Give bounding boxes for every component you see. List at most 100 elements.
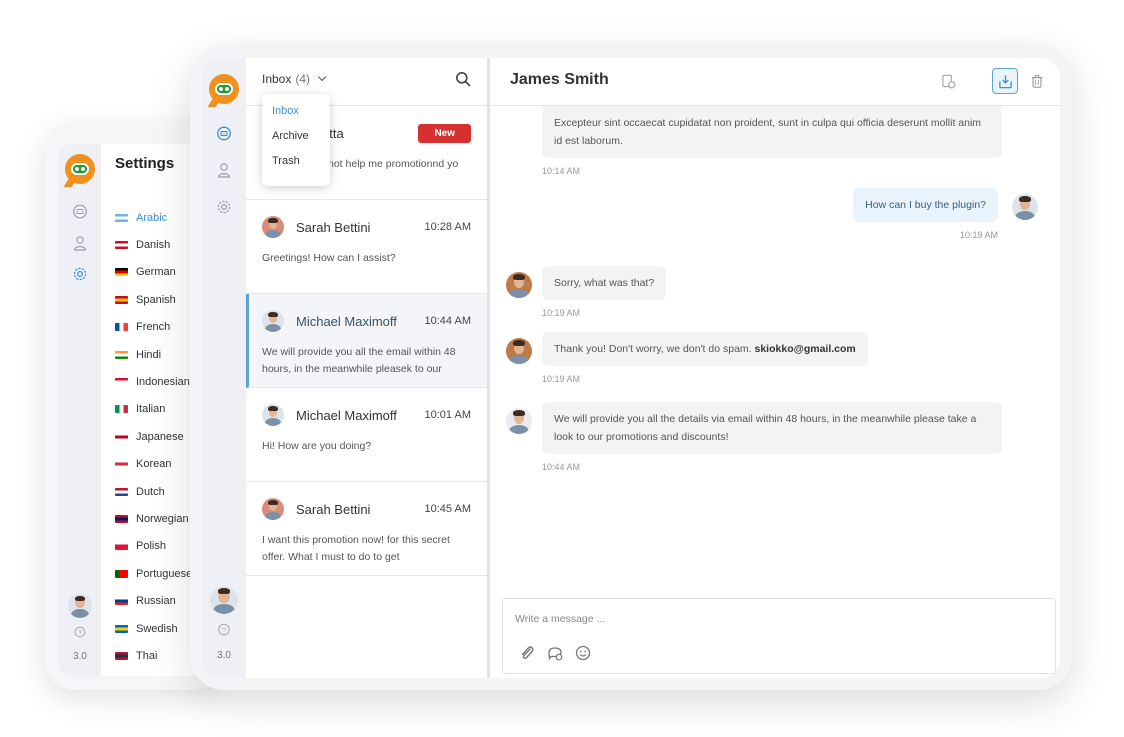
chat-bubble-icon[interactable] — [72, 204, 88, 220]
message-input[interactable] — [515, 613, 1035, 625]
language-label: Japanese — [136, 430, 184, 443]
language-label: Korean — [136, 458, 172, 471]
inbox-window: ? 3.0 Inbox (4) sa SattaNewnot help me p… — [190, 45, 1072, 690]
conversation-preview: I want this promotion now! for this secr… — [262, 534, 450, 563]
conversation-list-panel: Inbox (4) sa SattaNewnot help me promoti… — [246, 58, 490, 678]
language-label: Polish — [136, 540, 166, 553]
dropdown-option-archive[interactable]: Archive — [262, 127, 330, 152]
conversation-time: 10:44 AM — [424, 315, 471, 327]
language-label: German — [136, 266, 176, 279]
flag-icon — [115, 542, 128, 551]
chevron-down-icon — [317, 72, 327, 82]
dropdown-option-inbox[interactable]: Inbox — [262, 102, 330, 127]
message-incoming: Sorry, what was that? 10:19 AM — [542, 266, 667, 318]
message-text: Sorry, what was that? — [554, 277, 655, 289]
email-link[interactable]: skiokko@gmail.com — [755, 343, 856, 355]
message-bubble: How can I buy the plugin? — [853, 188, 998, 222]
message-thread: Excepteur sint occaecat cupidatat non pr… — [490, 106, 1060, 596]
language-item[interactable]: Portuguese — [115, 560, 192, 587]
contact-avatar — [262, 216, 284, 238]
flag-icon — [115, 378, 128, 387]
flag-icon — [115, 268, 128, 277]
trash-icon[interactable] — [1026, 70, 1048, 92]
message-time: 10:44 AM — [542, 462, 581, 472]
conversation-item[interactable]: Michael Maximoff 10:01 AM Hi! How are you … — [246, 388, 487, 482]
language-item[interactable]: Danish — [115, 231, 192, 258]
language-list: Arabic Danish German Spanish French Hindi Indo… — [115, 204, 192, 670]
message-incoming: Excepteur sint occaecat cupidatat non pr… — [542, 106, 1002, 176]
chat-title: James Smith — [510, 71, 609, 88]
language-item[interactable]: French — [115, 314, 192, 341]
app-logo-icon — [65, 154, 95, 184]
user-avatar[interactable] — [68, 594, 92, 618]
conversation-item[interactable]: Sarah Bettini 10:45 AM I want this promoti… — [246, 482, 487, 576]
language-item[interactable]: Indonesian — [115, 368, 192, 395]
language-item[interactable]: Norwegian — [115, 505, 192, 532]
language-label: Norwegian — [136, 512, 189, 525]
flag-icon — [115, 432, 128, 441]
message-incoming: We will provide you all the details via … — [542, 402, 1002, 472]
contact-name: Michael Maximoff — [296, 407, 397, 423]
flag-icon — [115, 323, 128, 332]
language-item[interactable]: German — [115, 259, 192, 286]
search-icon[interactable] — [455, 71, 471, 87]
conversation-item[interactable]: Michael Maximoff 10:44 AM We will provide … — [246, 294, 487, 388]
language-item[interactable]: Swedish — [115, 615, 192, 642]
version-label: 3.0 — [73, 651, 87, 662]
saved-replies-icon[interactable] — [547, 645, 563, 661]
contact-name: Michael Maximoff — [296, 313, 397, 329]
language-label: Spanish — [136, 293, 176, 306]
conversation-preview: We will provide you all the email within… — [262, 346, 456, 375]
language-item[interactable]: Japanese — [115, 423, 192, 450]
flag-icon — [115, 460, 128, 469]
flag-icon — [115, 569, 128, 578]
contact-avatar — [262, 498, 284, 520]
user-icon[interactable] — [72, 235, 88, 251]
language-item[interactable]: Korean — [115, 451, 192, 478]
language-item[interactable]: Hindi — [115, 341, 192, 368]
language-label: Indonesian — [136, 376, 190, 389]
gear-icon[interactable] — [216, 199, 232, 215]
contact-name: Sarah Bettini — [296, 501, 371, 517]
chat-bubble-icon[interactable] — [216, 126, 232, 142]
main-sidebar: ? 3.0 — [202, 58, 246, 678]
help-circle-icon[interactable]: ? — [74, 626, 86, 638]
language-label: Arabic — [136, 211, 168, 224]
language-item[interactable]: Arabic — [115, 204, 192, 231]
folder-select[interactable]: Inbox (4) — [262, 72, 327, 86]
chat-panel: James Smith Excepteur sint occaecat cupi… — [490, 58, 1060, 678]
user-avatar[interactable] — [210, 586, 238, 614]
new-badge: New — [418, 123, 471, 143]
language-item[interactable]: Thai — [115, 642, 192, 669]
transfer-icon[interactable] — [937, 70, 959, 92]
gear-icon[interactable] — [72, 266, 88, 282]
app-logo-icon — [209, 74, 239, 104]
language-item[interactable]: Dutch — [115, 478, 192, 505]
conversation-item[interactable]: Sarah Bettini 10:28 AM Greetings! How can … — [246, 200, 487, 294]
emoji-icon[interactable] — [575, 645, 591, 661]
language-label: Portuguese — [136, 567, 193, 580]
language-item[interactable]: Italian — [115, 396, 192, 423]
help-circle-icon[interactable]: ? — [218, 623, 231, 636]
message-bubble: Excepteur sint occaecat cupidatat non pr… — [542, 106, 1002, 158]
language-item[interactable]: Polish — [115, 533, 192, 560]
message-text: Excepteur sint occaecat cupidatat non pr… — [554, 117, 982, 147]
language-item[interactable]: Spanish — [115, 286, 192, 313]
flag-icon — [115, 514, 128, 523]
archive-icon[interactable] — [992, 68, 1018, 94]
contact-avatar — [262, 310, 284, 332]
conversation-time: 10:01 AM — [424, 409, 471, 421]
language-label: Russian — [136, 595, 176, 608]
dropdown-option-trash[interactable]: Trash — [262, 152, 330, 177]
folder-dropdown-menu: Inbox Archive Trash — [262, 94, 330, 186]
flag-icon — [115, 241, 128, 250]
flag-icon — [115, 213, 128, 222]
svg-text:?: ? — [222, 625, 226, 634]
settings-title: Settings — [115, 155, 175, 172]
language-item[interactable]: Russian — [115, 587, 192, 614]
paperclip-icon[interactable] — [519, 645, 535, 661]
unread-count: (4) — [295, 72, 311, 86]
language-label: French — [136, 321, 171, 334]
user-icon[interactable] — [216, 162, 232, 178]
message-bubble: Sorry, what was that? — [542, 266, 667, 300]
